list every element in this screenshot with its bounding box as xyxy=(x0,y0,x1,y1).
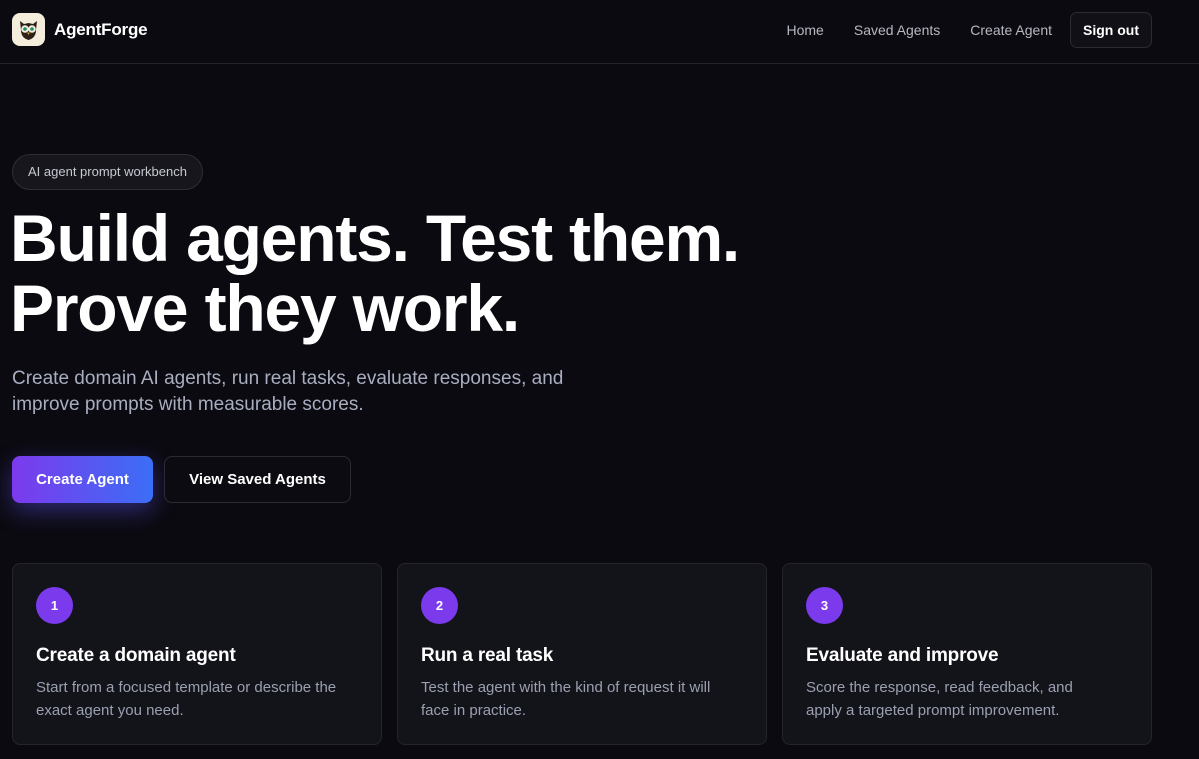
card-description-line: apply a targeted prompt improvement. xyxy=(806,702,1060,719)
card-description: Score the response, read feedback, and a… xyxy=(806,676,1136,722)
card-title: Run a real task xyxy=(421,645,554,666)
card-description: Test the agent with the kind of request … xyxy=(421,676,751,722)
step-number-badge: 2 xyxy=(421,587,458,624)
view-saved-agents-button[interactable]: View Saved Agents xyxy=(164,456,351,503)
hero-badge: AI agent prompt workbench xyxy=(12,154,203,190)
nav-create-agent[interactable]: Create Agent xyxy=(970,12,1052,48)
create-agent-button[interactable]: Create Agent xyxy=(12,456,153,503)
card-title: Create a domain agent xyxy=(36,645,236,666)
hero-subtitle: Create domain AI agents, run real tasks,… xyxy=(12,366,612,418)
step-number-badge: 3 xyxy=(806,587,843,624)
hero-title-line: Build agents. Test them. xyxy=(10,201,740,275)
card-description: Start from a focused template or describ… xyxy=(36,676,366,722)
feature-card-evaluate: 3 Evaluate and improve Score the respons… xyxy=(782,563,1152,745)
owl-icon xyxy=(12,13,45,46)
feature-card-run: 2 Run a real task Test the agent with th… xyxy=(397,563,767,745)
sign-out-button[interactable]: Sign out xyxy=(1070,12,1152,48)
step-number-badge: 1 xyxy=(36,587,73,624)
brand[interactable]: AgentForge xyxy=(12,13,148,46)
hero-title-line: Prove they work. xyxy=(10,271,520,345)
nav-home[interactable]: Home xyxy=(787,12,824,48)
card-description-line: Test the agent with the kind of request … xyxy=(421,679,711,696)
card-description-line: exact agent you need. xyxy=(36,702,184,719)
card-title: Evaluate and improve xyxy=(806,645,999,666)
card-description-line: Score the response, read feedback, and xyxy=(806,679,1073,696)
hero-subtitle-line: Create domain AI agents, run real tasks,… xyxy=(12,368,564,389)
main-nav: Home Saved Agents Create Agent Sign out xyxy=(787,12,1152,48)
top-navigation-bar: AgentForge Home Saved Agents Create Agen… xyxy=(0,0,1199,64)
feature-card-create: 1 Create a domain agent Start from a foc… xyxy=(12,563,382,745)
card-description-line: face in practice. xyxy=(421,702,527,719)
brand-name: AgentForge xyxy=(54,19,148,39)
hero-title: Build agents. Test them. Prove they work… xyxy=(10,203,910,343)
nav-saved-agents[interactable]: Saved Agents xyxy=(854,12,940,48)
hero-subtitle-line: improve prompts with measurable scores. xyxy=(12,394,364,415)
card-description-line: Start from a focused template or describ… xyxy=(36,679,337,696)
